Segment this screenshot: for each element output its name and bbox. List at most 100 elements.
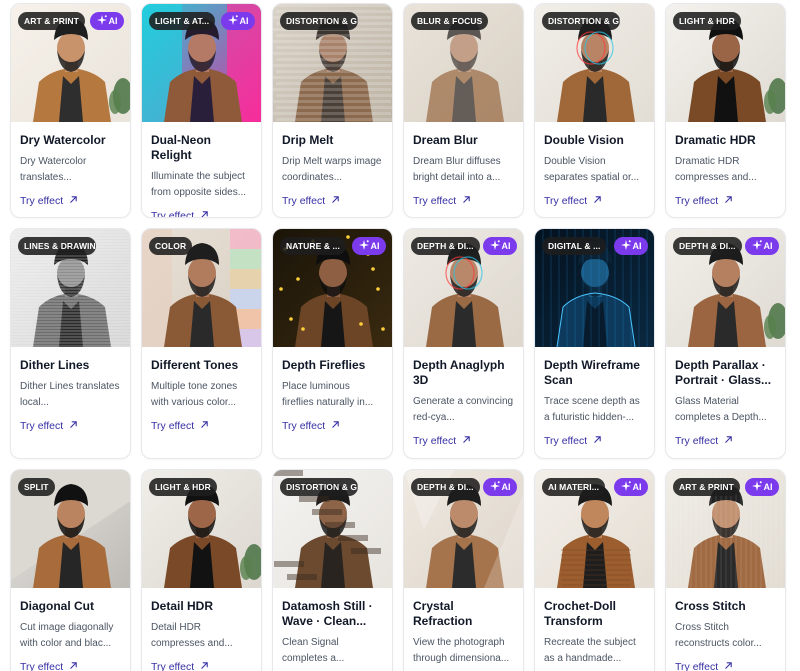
try-effect-link[interactable]: Try effect [413,434,514,448]
effect-card[interactable]: DEPTH & DI... AI Crystal Refraction View th… [403,469,524,671]
try-effect-link[interactable]: Try effect [151,660,252,671]
effect-card[interactable]: SPLIT Diagonal Cut Cut image diagonally wi… [10,469,131,671]
arrow-up-right-icon [718,660,733,671]
try-effect-label: Try effect [675,435,719,447]
effect-thumbnail[interactable]: DISTORTION & GLITCH [273,470,392,588]
effect-title: Cross Stitch [675,599,746,613]
effect-title: Double Vision [544,133,624,147]
effect-thumbnail[interactable]: DISTORTION & GLITCH [273,4,392,122]
try-effect-link[interactable]: Try effect [20,419,121,433]
arrow-up-right-icon [456,194,471,208]
effect-card[interactable]: NATURE & ... AI Depth Fireflies Place lumin… [272,228,393,459]
arrow-up-right-icon [718,434,733,448]
arrow-up-right-icon [63,194,78,208]
effect-thumbnail[interactable]: COLOR [142,229,261,347]
effect-thumbnail[interactable]: DEPTH & DI... AI [404,470,523,588]
arrow-up-right-icon [325,419,340,433]
try-effect-label: Try effect [151,420,195,432]
effect-thumbnail[interactable]: LINES & DRAWING [11,229,130,347]
effect-thumbnail[interactable]: DISTORTION & GLITCH [535,4,654,122]
effect-thumbnail[interactable]: ART & PRINT AI [666,470,785,588]
effect-card[interactable]: DISTORTION & GLITCH Datamosh Still · Wave… [272,469,393,671]
try-effect-label: Try effect [282,420,326,432]
effect-card[interactable]: DISTORTION & GLITCH Double Vision Double V… [534,3,655,218]
try-effect-link[interactable]: Try effect [282,194,383,208]
effect-card[interactable]: LIGHT & HDR Detail HDR Detail HDR compress… [141,469,262,671]
effect-card[interactable]: LIGHT & HDR Dramatic HDR Dramatic HDR comp… [665,3,786,218]
try-effect-label: Try effect [20,195,64,207]
effect-card[interactable]: BLUR & FOCUS Dream Blur Dream Blur diffuse… [403,3,524,218]
effect-card[interactable]: DISTORTION & GLITCH Drip Melt Drip Melt wa… [272,3,393,218]
arrow-up-right-icon [587,194,602,208]
effect-description: View the photograph through dimensiona..… [413,637,510,664]
try-effect-link[interactable]: Try effect [544,194,645,208]
effect-card[interactable]: LINES & DRAWING Dither Lines Dither Lines … [10,228,131,459]
try-effect-label: Try effect [544,435,588,447]
category-badge: DISTORTION & GLITCH [280,12,358,30]
effect-card[interactable]: AI MATERI... AI Crochet-Doll Transform Recr… [534,469,655,671]
effect-card[interactable]: ART & PRINT AI Cross Stitch Cross Stitch re… [665,469,786,671]
ai-badge-label: AI [501,241,511,251]
try-effect-link[interactable]: Try effect [413,194,514,208]
arrow-up-right-icon [194,660,209,671]
ai-badge: AI [483,478,517,496]
ai-badge-label: AI [632,241,642,251]
arrow-up-right-icon [456,434,471,448]
effect-title: Depth Fireflies [282,358,366,372]
category-badge: LIGHT & AT... [149,12,216,30]
sparkle-icon [227,15,240,26]
category-badge: LINES & DRAWING [18,237,96,255]
ai-badge-label: AI [763,241,773,251]
effect-thumbnail[interactable]: DEPTH & DI... AI [666,229,785,347]
try-effect-link[interactable]: Try effect [675,434,776,448]
effect-card[interactable]: ART & PRINT AI Dry Watercolor Dry Watercolo… [10,3,131,218]
try-effect-label: Try effect [20,420,64,432]
arrow-up-right-icon [587,434,602,448]
effect-card[interactable]: COLOR Different Tones Multiple tone zones … [141,228,262,459]
effect-thumbnail[interactable]: BLUR & FOCUS [404,4,523,122]
category-badge: DISTORTION & GLITCH [280,478,358,496]
ai-badge-label: AI [370,241,380,251]
try-effect-link[interactable]: Try effect [675,660,776,671]
category-badge: AI MATERI... [542,478,606,496]
sparkle-icon [620,481,633,492]
effect-description: Clean Signal completes a... [282,637,345,664]
try-effect-link[interactable]: Try effect [151,209,252,218]
ai-badge: AI [90,12,124,30]
effect-description: Place luminous fireflies naturally in... [282,381,374,408]
effect-card[interactable]: DEPTH & DI... AI Depth Anaglyph 3D Generate… [403,228,524,459]
effect-description: Dry Watercolor translates... [20,156,87,183]
category-badge: DISTORTION & GLITCH [542,12,620,30]
sparkle-icon [96,15,109,26]
effect-thumbnail[interactable]: DEPTH & DI... AI [404,229,523,347]
effect-title: Different Tones [151,358,239,372]
try-effect-label: Try effect [544,195,588,207]
effect-thumbnail[interactable]: ART & PRINT AI [11,4,130,122]
try-effect-link[interactable]: Try effect [20,660,121,671]
effect-card[interactable]: DIGITAL & ... AI Depth Wireframe Scan Trace… [534,228,655,459]
category-badge: BLUR & FOCUS [411,12,489,30]
ai-badge: AI [745,237,779,255]
try-effect-link[interactable]: Try effect [282,419,383,433]
try-effect-link[interactable]: Try effect [151,419,252,433]
effect-thumbnail[interactable]: LIGHT & HDR [666,4,785,122]
try-effect-link[interactable]: Try effect [544,434,645,448]
effect-thumbnail[interactable]: LIGHT & HDR [142,470,261,588]
effect-description: Glass Material completes a Depth... [675,396,767,423]
effect-thumbnail[interactable]: SPLIT [11,470,130,588]
effect-thumbnail[interactable]: DIGITAL & ... AI [535,229,654,347]
try-effect-label: Try effect [151,661,195,671]
effect-description: Detail HDR compresses and... [151,622,233,649]
effect-description: Illuminate the subject from opposite sid… [151,171,247,198]
try-effect-link[interactable]: Try effect [20,194,121,208]
effect-card[interactable]: DEPTH & DI... AI Depth Parallax · Portrait… [665,228,786,459]
effect-thumbnail[interactable]: LIGHT & AT... AI [142,4,261,122]
effect-title: Detail HDR [151,599,214,613]
ai-badge: AI [614,237,648,255]
effect-thumbnail[interactable]: NATURE & ... AI [273,229,392,347]
try-effect-label: Try effect [151,210,195,218]
effect-title: Crystal Refraction [413,599,473,628]
effect-thumbnail[interactable]: AI MATERI... AI [535,470,654,588]
effect-card[interactable]: LIGHT & AT... AI Dual-Neon Relight Illumina… [141,3,262,218]
try-effect-link[interactable]: Try effect [675,194,776,208]
